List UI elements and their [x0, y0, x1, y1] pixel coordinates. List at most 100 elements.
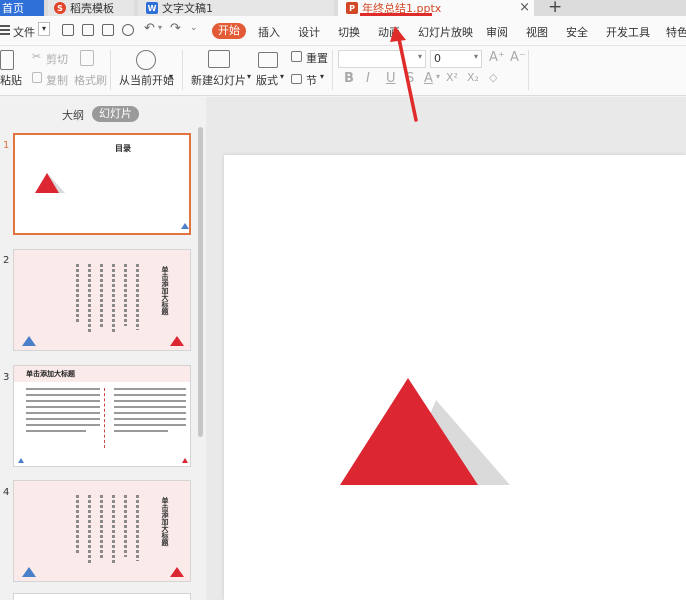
slide-thumbnail-4[interactable]: 单击添加大标题 — [13, 480, 191, 582]
text-column — [136, 264, 139, 330]
export-pdf-icon[interactable] — [82, 24, 94, 36]
text-line — [26, 412, 100, 414]
font-size-dropdown-icon[interactable]: ▾ — [474, 52, 478, 61]
hamburger-icon[interactable] — [0, 25, 10, 35]
tab-slides[interactable]: 幻灯片 — [92, 106, 139, 122]
menu-start[interactable]: 开始 — [212, 23, 246, 39]
redo-icon[interactable]: ↷ — [170, 21, 181, 36]
print-preview-icon[interactable] — [122, 24, 134, 36]
bold-button[interactable]: B — [344, 71, 354, 86]
tab-document-label: 文字文稿1 — [162, 2, 213, 15]
menu-transition[interactable]: 切换 — [338, 24, 360, 40]
tab-document[interactable]: W 文字文稿1 — [138, 0, 334, 16]
menu-developer[interactable]: 开发工具 — [606, 24, 650, 40]
menu-review[interactable]: 审阅 — [486, 24, 508, 40]
text-line — [26, 394, 100, 396]
text-column — [124, 495, 127, 557]
new-slide-dropdown-icon[interactable]: ▾ — [247, 72, 251, 81]
panel-scrollbar[interactable] — [198, 127, 203, 437]
customize-toolbar-icon[interactable]: ⌄ — [190, 23, 198, 33]
column-divider — [104, 388, 105, 448]
menu-file[interactable]: 文件 — [13, 24, 35, 40]
slide-number: 3 — [3, 372, 10, 383]
menu-view[interactable]: 视图 — [526, 24, 548, 40]
save-icon[interactable] — [62, 24, 74, 36]
ribbon-separator — [182, 50, 183, 90]
text-column — [112, 264, 115, 334]
format-painter-button[interactable]: 格式刷 — [74, 72, 107, 88]
play-dropdown-icon[interactable]: ▾ — [169, 72, 173, 81]
print-icon[interactable] — [102, 24, 114, 36]
text-column — [100, 264, 103, 328]
menu-security[interactable]: 安全 — [566, 24, 588, 40]
text-column — [112, 495, 115, 565]
italic-button[interactable]: I — [366, 71, 370, 86]
slide-title: 单击添加大标题 — [161, 497, 169, 546]
slide-thumbnail-1[interactable]: 目录 — [13, 133, 191, 235]
close-tab-icon[interactable]: × — [519, 0, 530, 15]
reset-icon[interactable] — [291, 51, 302, 62]
slide-number: 4 — [3, 487, 10, 498]
copy-button[interactable]: 复制 — [46, 72, 68, 88]
new-tab-button[interactable]: + — [548, 0, 562, 17]
new-slide-icon[interactable] — [208, 50, 230, 68]
layout-icon[interactable] — [258, 52, 278, 68]
shrink-font-button[interactable]: A⁻ — [510, 50, 526, 65]
paste-icon[interactable] — [0, 50, 14, 70]
ribbon-separator — [332, 50, 333, 90]
corner-mark-icon — [22, 336, 36, 346]
undo-dropdown-icon[interactable]: ▾ — [158, 23, 162, 32]
ribbon-toolbar: 粘贴 ✂ 剪切 复制 格式刷 从当前开始 ▾ 新建幻灯片 ▾ 版式 ▾ 重置 节… — [0, 46, 686, 130]
slide-title: 单击添加大标题 — [161, 266, 169, 315]
text-column — [100, 495, 103, 559]
new-slide-button[interactable]: 新建幻灯片 — [191, 72, 246, 88]
copy-icon[interactable] — [32, 72, 42, 83]
tab-bar: 首页 S 稻壳模板 W 文字文稿1 P 年终总结1.pptx × + — [0, 0, 686, 17]
play-from-current-button[interactable]: 从当前开始 — [119, 72, 174, 88]
slide-thumbnail-2[interactable]: 单击添加大标题 — [13, 249, 191, 351]
grow-font-button[interactable]: A⁺ — [489, 50, 505, 65]
text-line — [114, 388, 186, 390]
tab-docer-label: 稻壳模板 — [70, 2, 114, 15]
current-slide[interactable] — [224, 155, 686, 600]
text-line — [114, 412, 186, 414]
section-dropdown-icon[interactable]: ▾ — [320, 72, 324, 81]
file-dropdown-icon[interactable]: ▾ — [38, 22, 50, 36]
writer-icon: W — [146, 2, 158, 14]
text-line — [26, 430, 86, 432]
text-line — [26, 418, 100, 420]
menu-insert[interactable]: 插入 — [258, 24, 280, 40]
menu-design[interactable]: 设计 — [298, 24, 320, 40]
slide-thumbnail-3[interactable]: 单击添加大标题 — [13, 365, 191, 467]
presentation-icon: P — [346, 2, 358, 14]
triangle-logo-icon — [35, 173, 65, 193]
slide-thumbnail-5-partial[interactable] — [13, 593, 191, 600]
format-painter-icon[interactable] — [80, 50, 94, 66]
cut-icon[interactable]: ✂ — [32, 50, 41, 63]
tab-home[interactable]: 首页 — [0, 0, 44, 16]
clear-format-button[interactable]: ◇ — [489, 71, 497, 84]
subscript-button[interactable]: X₂ — [467, 71, 479, 84]
layout-dropdown-icon[interactable]: ▾ — [280, 72, 284, 81]
section-icon[interactable] — [291, 74, 302, 84]
text-line — [114, 406, 186, 408]
text-line — [26, 388, 100, 390]
tab-outline[interactable]: 大纲 — [62, 107, 84, 123]
play-icon[interactable] — [136, 50, 156, 70]
tab-home-label: 首页 — [2, 2, 24, 15]
section-button[interactable]: 节 — [306, 72, 317, 88]
slide-number: 1 — [3, 140, 10, 151]
paste-button[interactable]: 粘贴 — [0, 72, 22, 88]
text-column — [136, 495, 139, 561]
text-column — [88, 495, 91, 563]
layout-button[interactable]: 版式 — [256, 72, 278, 88]
text-column — [76, 495, 79, 555]
undo-icon[interactable]: ↶ — [144, 21, 155, 36]
cut-button[interactable]: 剪切 — [46, 51, 68, 67]
annotation-arrow — [390, 26, 418, 122]
superscript-button[interactable]: X² — [446, 71, 458, 84]
reset-button[interactable]: 重置 — [306, 50, 328, 66]
tab-docer-templates[interactable]: S 稻壳模板 — [48, 0, 134, 16]
menu-features[interactable]: 特色 — [666, 24, 686, 40]
text-column — [76, 264, 79, 324]
